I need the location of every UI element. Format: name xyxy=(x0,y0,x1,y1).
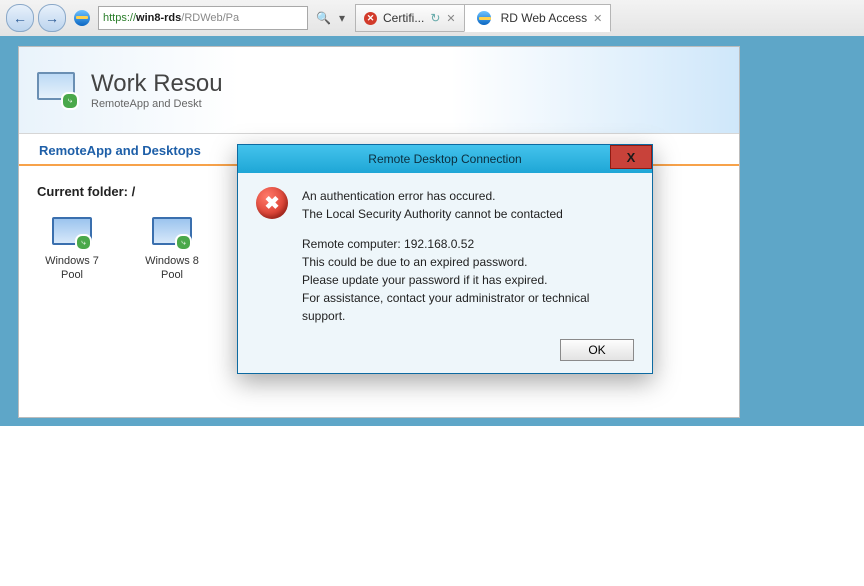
tab-refresh-icon[interactable]: ↻ xyxy=(430,11,440,25)
error-line: The Local Security Authority cannot be c… xyxy=(302,205,634,223)
error-line: For assistance, contact your administrat… xyxy=(302,289,634,325)
url-scheme: https:// xyxy=(103,12,136,24)
url-path: /RDWeb/Pa xyxy=(181,12,239,24)
browser-viewport: ⤷ Work Resou RemoteApp and Deskt RemoteA… xyxy=(0,36,864,540)
stop-icon: ✕ xyxy=(364,12,377,25)
dialog-text: An authentication error has occured. The… xyxy=(302,187,634,325)
remoteapp-icon: ⤷ xyxy=(152,217,192,249)
close-icon[interactable]: ✕ xyxy=(446,12,455,25)
url-host: win8-rds xyxy=(136,12,181,24)
remoteapp-icon: ⤷ xyxy=(52,217,92,249)
tab-cert-error[interactable]: ✕ Certifi... ↻ ✕ xyxy=(355,4,465,32)
dialog-body: ✖ An authentication error has occured. T… xyxy=(238,173,652,373)
search-icon[interactable]: 🔍 xyxy=(316,11,331,25)
browser-tabs: ✕ Certifi... ↻ ✕ RD Web Access ✕ xyxy=(355,4,610,32)
ie-icon xyxy=(74,10,90,26)
page-header: ⤷ Work Resou RemoteApp and Deskt xyxy=(19,47,739,134)
close-button[interactable]: X xyxy=(610,145,652,169)
dialog-titlebar[interactable]: Remote Desktop Connection X xyxy=(238,145,652,173)
page-title: Work Resou xyxy=(91,70,223,98)
app-label: Windows 8 Pool xyxy=(137,255,207,283)
tab-remoteapp[interactable]: RemoteApp and Desktops xyxy=(37,137,203,164)
error-line: This could be due to an expired password… xyxy=(302,253,634,271)
forward-button[interactable]: → xyxy=(38,4,66,32)
page-bottom xyxy=(0,426,864,586)
ie-icon xyxy=(477,11,491,25)
browser-navbar: ← → https:// win8-rds /RDWeb/Pa 🔍 ▾ ✕ Ce… xyxy=(0,0,864,37)
rdp-error-dialog: Remote Desktop Connection X ✖ An authent… xyxy=(237,144,653,374)
remote-computer-line: Remote computer: 192.168.0.52 xyxy=(302,235,634,253)
ok-button[interactable]: OK xyxy=(560,339,634,361)
app-win8-pool[interactable]: ⤷ Windows 8 Pool xyxy=(137,217,207,283)
dialog-footer: OK xyxy=(256,325,634,361)
error-line: Please update your password if it has ex… xyxy=(302,271,634,289)
page-subtitle: RemoteApp and Deskt xyxy=(91,98,223,110)
app-label: Windows 7 Pool xyxy=(37,255,107,283)
tab-label: RD Web Access xyxy=(501,11,587,25)
back-button[interactable]: ← xyxy=(6,4,34,32)
error-line: An authentication error has occured. xyxy=(302,187,634,205)
dropdown-icon[interactable]: ▾ xyxy=(339,11,345,25)
close-icon[interactable]: ✕ xyxy=(593,12,602,25)
rdweb-logo: ⤷ xyxy=(37,72,77,108)
error-icon: ✖ xyxy=(256,187,288,219)
tab-rd-web-access[interactable]: RD Web Access ✕ xyxy=(464,4,612,32)
tab-label: Certifi... xyxy=(383,11,424,25)
dialog-title: Remote Desktop Connection xyxy=(368,152,521,166)
address-bar[interactable]: https:// win8-rds /RDWeb/Pa xyxy=(98,6,308,30)
app-win7-pool[interactable]: ⤷ Windows 7 Pool xyxy=(37,217,107,283)
